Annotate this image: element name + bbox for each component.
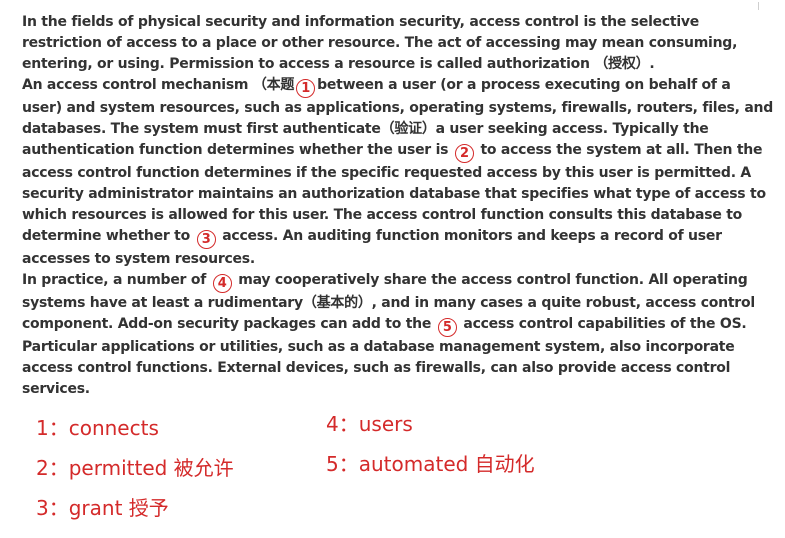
answer-2: 2：permitted 被允许 xyxy=(36,456,234,480)
blank-marker-4: 4 xyxy=(212,274,232,293)
paragraph-3: In practice, a number of 4 may cooperati… xyxy=(22,270,774,400)
paragraph-2: An access control mechanism （本题 1 between … xyxy=(22,75,774,270)
answer-1: 1：connects xyxy=(36,416,159,440)
answer-5: 5：automated 自动化 xyxy=(326,452,535,476)
corner-mark xyxy=(758,2,759,10)
blank-marker-3: 3 xyxy=(196,230,216,249)
answer-3: 3：grant 授予 xyxy=(36,496,169,520)
paragraph-1-text: In the fields of physical security and i… xyxy=(22,14,738,72)
blank-marker-2: 2 xyxy=(454,144,474,163)
blank-marker-1: 1 xyxy=(296,79,316,98)
paragraph-2-text-a: An access control mechanism （本题 xyxy=(22,77,295,93)
answer-4: 4：users xyxy=(326,412,413,436)
blank-marker-5: 5 xyxy=(437,318,457,337)
paragraph-3-text-a: In practice, a number of xyxy=(22,272,207,288)
reading-passage: In the fields of physical security and i… xyxy=(22,12,774,400)
paragraph-1: In the fields of physical security and i… xyxy=(22,12,774,75)
